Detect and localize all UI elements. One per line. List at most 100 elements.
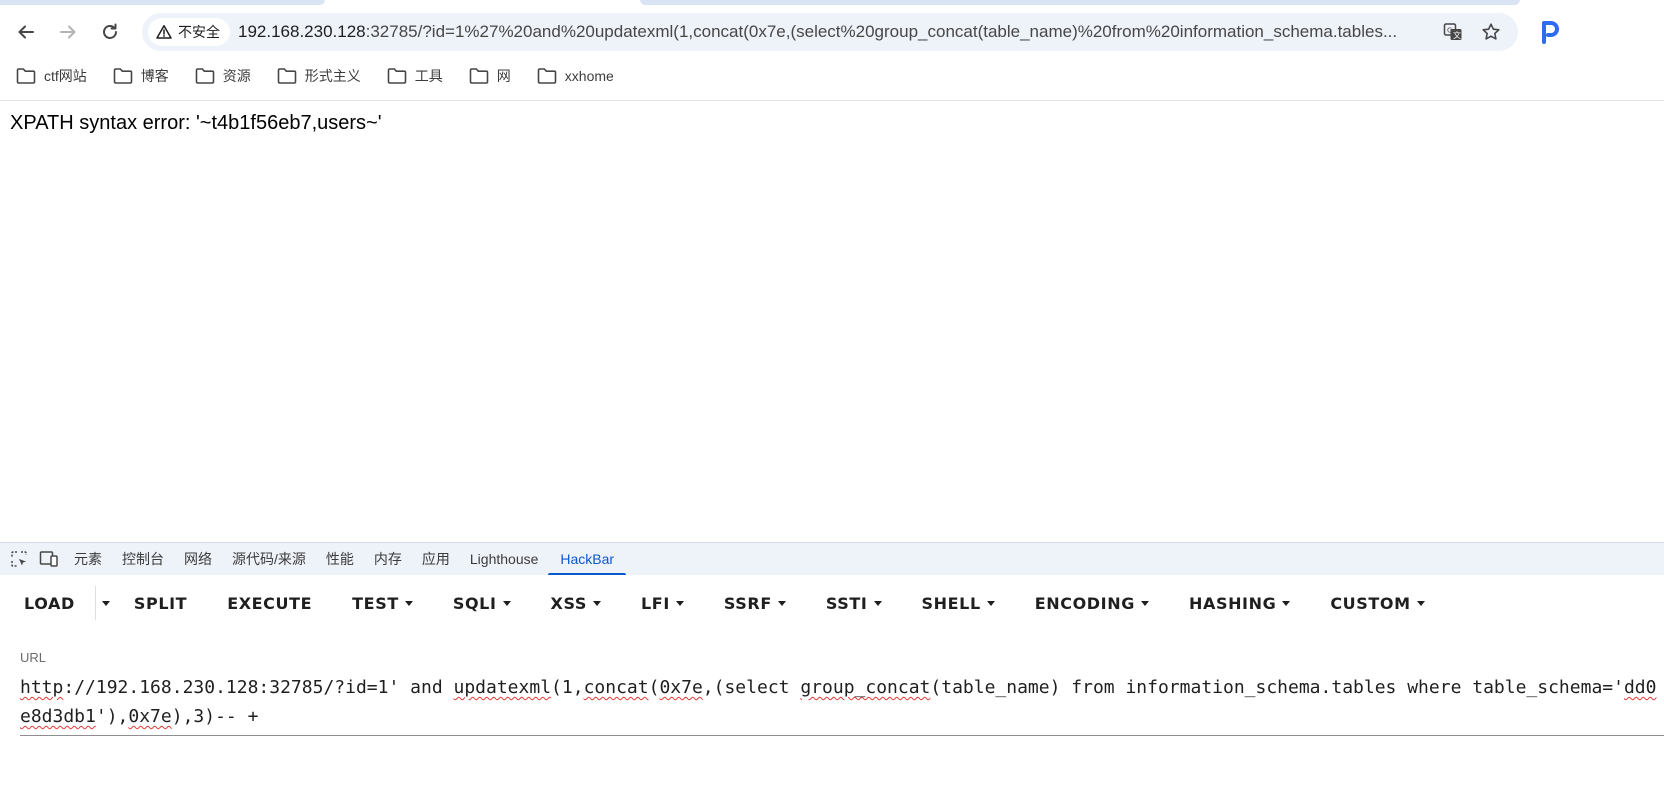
bookmark-label: xxhome [564, 68, 614, 84]
caret-down-icon [404, 600, 413, 606]
bookmark-star-button[interactable] [1480, 21, 1502, 43]
devtools-tab-network[interactable]: 网络 [174, 543, 222, 575]
bookmark-label: 工具 [414, 68, 443, 84]
inspect-element-button[interactable] [8, 548, 30, 570]
security-chip[interactable]: 不安全 [148, 18, 230, 46]
ssti-label: SSTI [825, 593, 868, 613]
url-textarea[interactable]: http://192.168.230.128:32785/?id=1' and … [20, 673, 1660, 731]
custom-menu-button[interactable]: CUSTOM [1316, 585, 1438, 621]
test-menu-button[interactable]: TEST [338, 585, 427, 621]
address-bar[interactable]: 不安全 192.168.230.128:32785/?id=1%27%20and… [142, 13, 1518, 51]
caret-down-icon [675, 600, 684, 606]
ssti-menu-button[interactable]: SSTI [812, 585, 896, 621]
hashing-menu-button[interactable]: HASHING [1175, 585, 1304, 621]
page-content: XPATH syntax error: '~t4b1f56eb7,users~' [0, 101, 1664, 542]
shell-label: SHELL [921, 593, 981, 613]
url-textarea-underline [20, 735, 1664, 736]
bookmark-folder[interactable]: 资源 [179, 62, 261, 90]
device-toolbar-button[interactable] [38, 548, 60, 570]
xss-menu-button[interactable]: XSS [537, 585, 615, 621]
url-token: (1, [551, 677, 584, 698]
back-button[interactable] [8, 14, 44, 50]
folder-icon [277, 68, 297, 84]
shell-menu-button[interactable]: SHELL [908, 585, 1009, 621]
bookmark-folder[interactable]: ctf网站 [0, 62, 97, 90]
bookmark-folder[interactable]: 工具 [371, 62, 453, 90]
sqli-menu-button[interactable]: SQLI [439, 585, 525, 621]
load-button[interactable]: LOAD [0, 585, 95, 621]
custom-label: CUSTOM [1330, 593, 1411, 613]
ssrf-label: SSRF [723, 593, 772, 613]
devtools-tab-bar: 元素 控制台 网络 源代码/来源 性能 内存 应用 Lighthouse Hac… [0, 542, 1664, 576]
devtools-tab-elements[interactable]: 元素 [64, 543, 112, 575]
bookmark-label: 博客 [140, 68, 169, 84]
caret-down-icon [777, 600, 786, 606]
url-token-spellcheck: http [20, 677, 64, 698]
devtools-tab-application[interactable]: 应用 [412, 543, 460, 575]
forward-button[interactable] [50, 14, 86, 50]
bookmark-label: ctf网站 [44, 68, 87, 84]
devtools-tab-hackbar[interactable]: HackBar [548, 543, 626, 576]
arrow-left-icon [18, 25, 34, 39]
divider [94, 586, 96, 620]
ssrf-menu-button[interactable]: SSRF [710, 585, 800, 621]
lfi-label: LFI [641, 593, 670, 613]
bookmark-folder[interactable]: 博客 [97, 62, 179, 90]
folder-icon [16, 68, 36, 84]
encoding-label: ENCODING [1034, 593, 1135, 613]
devtools-tab-performance[interactable]: 性能 [316, 543, 364, 575]
warning-icon [156, 25, 172, 39]
device-icon [39, 551, 58, 567]
url-token: ,(select [702, 677, 801, 698]
caret-down-icon [1140, 600, 1149, 606]
devtools-tab-lighthouse[interactable]: Lighthouse [460, 543, 549, 575]
load-dropdown-button[interactable] [101, 585, 120, 621]
caret-down-icon [1416, 600, 1425, 606]
folder-icon [387, 68, 407, 84]
url-path: :32785/?id=1%27%20and%20updatexml(1,conc… [365, 22, 1398, 41]
url-field-label: URL [20, 650, 47, 665]
hackbar-panel: LOAD SPLIT EXECUTE TEST SQLI XSS LFI SSR… [0, 575, 1664, 811]
security-label: 不安全 [178, 24, 220, 40]
hackbar-toolbar: LOAD SPLIT EXECUTE TEST SQLI XSS LFI SSR… [0, 585, 1439, 621]
profile-button[interactable] [1536, 18, 1564, 46]
translate-icon: G文 [1443, 23, 1462, 40]
folder-icon [469, 68, 489, 84]
caret-down-icon [502, 600, 511, 606]
translate-button[interactable]: G文 [1442, 21, 1464, 43]
address-url[interactable]: 192.168.230.128:32785/?id=1%27%20and%20u… [238, 22, 1433, 42]
test-label: TEST [352, 593, 399, 613]
tab-strip [0, 0, 325, 5]
bookmarks-bar: ctf网站 博客 资源 形式主义 工具 网 xxhome [0, 62, 624, 90]
tab-strip [640, 0, 1520, 5]
bookmark-folder[interactable]: 形式主义 [261, 62, 371, 90]
caret-down-icon [101, 600, 110, 606]
url-token-spellcheck: concat [583, 677, 649, 698]
caret-down-icon [593, 600, 602, 606]
folder-icon [113, 68, 133, 84]
folder-icon [537, 68, 557, 84]
split-button[interactable]: SPLIT [120, 585, 201, 621]
profile-logo-icon [1542, 21, 1559, 44]
encoding-menu-button[interactable]: ENCODING [1021, 585, 1163, 621]
svg-text:G: G [1447, 27, 1452, 35]
devtools-tab-sources[interactable]: 源代码/来源 [222, 543, 316, 575]
execute-button[interactable]: EXECUTE [213, 585, 326, 621]
bookmark-folder[interactable]: 网 [453, 62, 521, 90]
url-token: ( [648, 677, 660, 698]
devtools-tab-console[interactable]: 控制台 [112, 543, 174, 575]
lfi-menu-button[interactable]: LFI [627, 585, 698, 621]
devtools-tab-memory[interactable]: 内存 [364, 543, 412, 575]
bookmark-label: 资源 [222, 68, 251, 84]
bookmark-folder[interactable]: xxhome [521, 62, 624, 90]
sqli-label: SQLI [452, 593, 497, 613]
browser-toolbar: 不安全 192.168.230.128:32785/?id=1%27%20and… [0, 0, 1664, 101]
star-icon [1482, 23, 1500, 40]
reload-button[interactable] [92, 14, 128, 50]
folder-icon [195, 68, 215, 84]
xss-label: XSS [550, 593, 588, 613]
bookmark-label: 形式主义 [304, 68, 361, 84]
url-token-spellcheck: 0x7e [659, 677, 703, 698]
xpath-error-message: XPATH syntax error: '~t4b1f56eb7,users~' [10, 112, 382, 134]
caret-down-icon [1282, 600, 1291, 606]
